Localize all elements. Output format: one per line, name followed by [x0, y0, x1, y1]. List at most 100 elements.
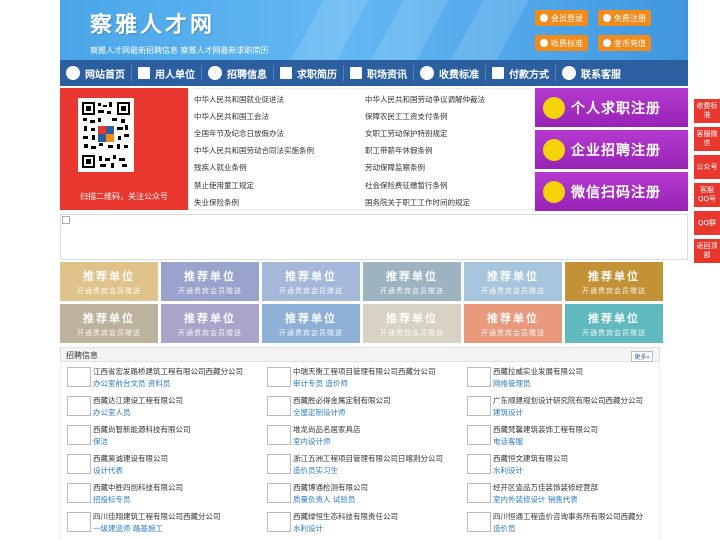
nav-jobs[interactable]: 招聘信息	[202, 60, 273, 86]
law-link[interactable]: 中华人民共和国工会法	[194, 111, 269, 122]
personal-register-button[interactable]: 个人求职注册	[535, 88, 688, 127]
company-logo-image[interactable]	[267, 454, 291, 474]
company-name-link[interactable]: 西藏尚智新能源科技有限公司	[93, 424, 191, 435]
job-positions-link[interactable]: 办公室前台文员 资料员	[93, 378, 170, 389]
company-logo-image[interactable]	[467, 454, 491, 474]
company-logo-image[interactable]	[267, 483, 291, 503]
job-positions-link[interactable]: 建筑设计	[493, 407, 523, 418]
company-name-link[interactable]: 中瑞天衡工程项目管理有限公司西藏分公司	[293, 366, 436, 377]
recommended-unit-slot[interactable]: 推荐单位 开通贵宾会员赠送	[363, 262, 461, 301]
company-name-link[interactable]: 西藏达江建设工程有限公司	[93, 395, 183, 406]
nav-resumes[interactable]: 求职简历	[274, 60, 343, 86]
job-positions-link[interactable]: 网络管理员	[493, 378, 531, 389]
job-positions-link[interactable]: 室内设计师	[293, 436, 331, 447]
recommended-unit-slot[interactable]: 推荐单位 开通贵宾会员赠送	[161, 304, 259, 343]
law-link[interactable]: 中华人民共和国劳动争议调解仲裁法	[365, 94, 485, 105]
company-name-link[interactable]: 四川恒通工程造价咨询事务所有限公司西藏分	[493, 511, 643, 522]
company-logo-image[interactable]	[67, 367, 91, 387]
company-logo-image[interactable]	[467, 396, 491, 416]
company-logo-image[interactable]	[67, 512, 91, 532]
nav-pricing[interactable]: 收费标准	[414, 60, 485, 86]
job-positions-link[interactable]: 全屋定制设计师	[293, 407, 346, 418]
banner-ad[interactable]	[60, 214, 688, 260]
company-logo-image[interactable]	[67, 454, 91, 474]
law-link[interactable]: 社会保险费征缴暂行条例	[365, 180, 448, 191]
side-button[interactable]: 公众号	[694, 155, 720, 179]
job-positions-link[interactable]: 办公室人员	[93, 407, 131, 418]
company-name-link[interactable]: 广东顺建规划设计研究院有限公司西藏分公司	[493, 395, 643, 406]
side-button[interactable]: 客服QQ号	[694, 183, 720, 207]
company-name-link[interactable]: 经开区壹品万佳装饰装修经营部	[493, 482, 598, 493]
job-positions-link[interactable]: 招投标专员	[93, 494, 131, 505]
company-logo-image[interactable]	[467, 512, 491, 532]
company-logo-image[interactable]	[467, 367, 491, 387]
recommended-unit-slot[interactable]: 推荐单位 开通贵宾会员赠送	[464, 304, 562, 343]
company-name-link[interactable]: 西藏胜必得金属定制有限公司	[293, 395, 391, 406]
company-logo-image[interactable]	[267, 367, 291, 387]
law-link[interactable]: 中华人民共和国劳动合同法实施条例	[194, 145, 314, 156]
company-name-link[interactable]: 西藏绿恒生态科技有限责任公司	[293, 511, 398, 522]
recommended-unit-slot[interactable]: 推荐单位 开通贵宾会员赠送	[262, 262, 360, 301]
recommended-unit-slot[interactable]: 推荐单位 开通贵宾会员赠送	[60, 304, 158, 343]
recommended-unit-slot[interactable]: 推荐单位 开通贵宾会员赠送	[363, 304, 461, 343]
company-logo-image[interactable]	[267, 396, 291, 416]
company-name-link[interactable]: 西藏拉威实业发展有限公司	[493, 366, 583, 377]
law-link[interactable]: 国务院关于职工工作时间的规定	[365, 197, 470, 208]
job-positions-link[interactable]: 室内外装修设计 销售代表	[493, 494, 578, 505]
wechat-register-button[interactable]: 微信扫码注册	[535, 172, 688, 211]
law-link[interactable]: 禁止使用童工规定	[194, 180, 254, 191]
side-button[interactable]: 返回顶部	[694, 239, 720, 263]
company-logo-image[interactable]	[267, 425, 291, 445]
company-name-link[interactable]: 浙江五洲工程项目管理有限公司日喀则分公司	[293, 453, 443, 464]
company-name-link[interactable]: 西藏梵馨建筑装饰工程有限公司	[493, 424, 598, 435]
recharge-button[interactable]: 金币充值	[598, 35, 651, 51]
register-button[interactable]: 免费注册	[598, 10, 651, 26]
company-name-link[interactable]: 西藏恒文建筑有限公司	[493, 453, 568, 464]
company-name-link[interactable]: 堆龙尚品名居家具店	[293, 424, 361, 435]
side-button[interactable]: 收费标准	[694, 99, 720, 123]
law-link[interactable]: 残疾人就业条例	[194, 162, 247, 173]
job-positions-link[interactable]: 造价员实习生	[293, 465, 338, 476]
job-positions-link[interactable]: 水利设计	[293, 523, 323, 534]
law-link[interactable]: 全国年节及纪念日放假办法	[194, 128, 284, 139]
recommended-unit-slot[interactable]: 推荐单位 开通贵宾会员赠送	[262, 304, 360, 343]
recommended-unit-slot[interactable]: 推荐单位 开通贵宾会员赠送	[565, 304, 663, 343]
login-button[interactable]: 会员登录	[535, 10, 588, 26]
recommended-unit-slot[interactable]: 推荐单位 开通贵宾会员赠送	[60, 262, 158, 301]
company-name-link[interactable]: 西藏博通检测有限公司	[293, 482, 368, 493]
company-name-link[interactable]: 西藏中胜四创科技有限公司	[93, 482, 183, 493]
side-button[interactable]: 客服微信	[694, 127, 720, 151]
law-link[interactable]: 职工带薪年休假条例	[365, 145, 433, 156]
law-link[interactable]: 失业保险条例	[194, 197, 239, 208]
nav-news[interactable]: 职场资讯	[344, 60, 413, 86]
company-logo-image[interactable]	[67, 396, 91, 416]
recommended-unit-slot[interactable]: 推荐单位 开通贵宾会员赠送	[464, 262, 562, 301]
law-link[interactable]: 中华人民共和国就业促进法	[194, 94, 284, 105]
company-logo-image[interactable]	[467, 483, 491, 503]
nav-contact[interactable]: 联系客服	[556, 60, 627, 86]
job-positions-link[interactable]: 电话客服	[493, 436, 523, 447]
job-positions-link[interactable]: 设计代表	[93, 465, 123, 476]
law-link[interactable]: 劳动保障监察条例	[365, 162, 425, 173]
site-logo-title[interactable]: 察雅人才网	[90, 7, 215, 39]
law-link[interactable]: 女职工劳动保护特别规定	[365, 128, 448, 139]
job-positions-link[interactable]: 造价员	[493, 523, 516, 534]
company-name-link[interactable]: 江西省宏发路桥建筑工程有限公司西藏分公司	[93, 366, 243, 377]
job-positions-link[interactable]: 一级建造师 路基施工	[93, 523, 163, 534]
law-link[interactable]: 保障农民工工资支付条例	[365, 111, 448, 122]
job-positions-link[interactable]: 审计专员 造价师	[293, 378, 348, 389]
company-logo-image[interactable]	[267, 512, 291, 532]
company-logo-image[interactable]	[67, 483, 91, 503]
job-positions-link[interactable]: 质量负责人 试验员	[293, 494, 355, 505]
recommended-unit-slot[interactable]: 推荐单位 开通贵宾会员赠送	[161, 262, 259, 301]
company-name-link[interactable]: 西藏昊诚建设有限公司	[93, 453, 168, 464]
nav-employers[interactable]: 用人单位	[132, 60, 201, 86]
side-button[interactable]: QQ群	[694, 211, 720, 235]
job-positions-link[interactable]: 水利设计	[493, 465, 523, 476]
company-logo-image[interactable]	[67, 425, 91, 445]
more-link[interactable]: 更多»	[631, 351, 653, 362]
nav-home[interactable]: 网站首页	[60, 60, 131, 86]
recommended-unit-slot[interactable]: 推荐单位 开通贵宾会员赠送	[565, 262, 663, 301]
job-positions-link[interactable]: 保洁	[93, 436, 108, 447]
company-name-link[interactable]: 四川佳翔建筑工程有限公司西藏分公司	[93, 511, 221, 522]
